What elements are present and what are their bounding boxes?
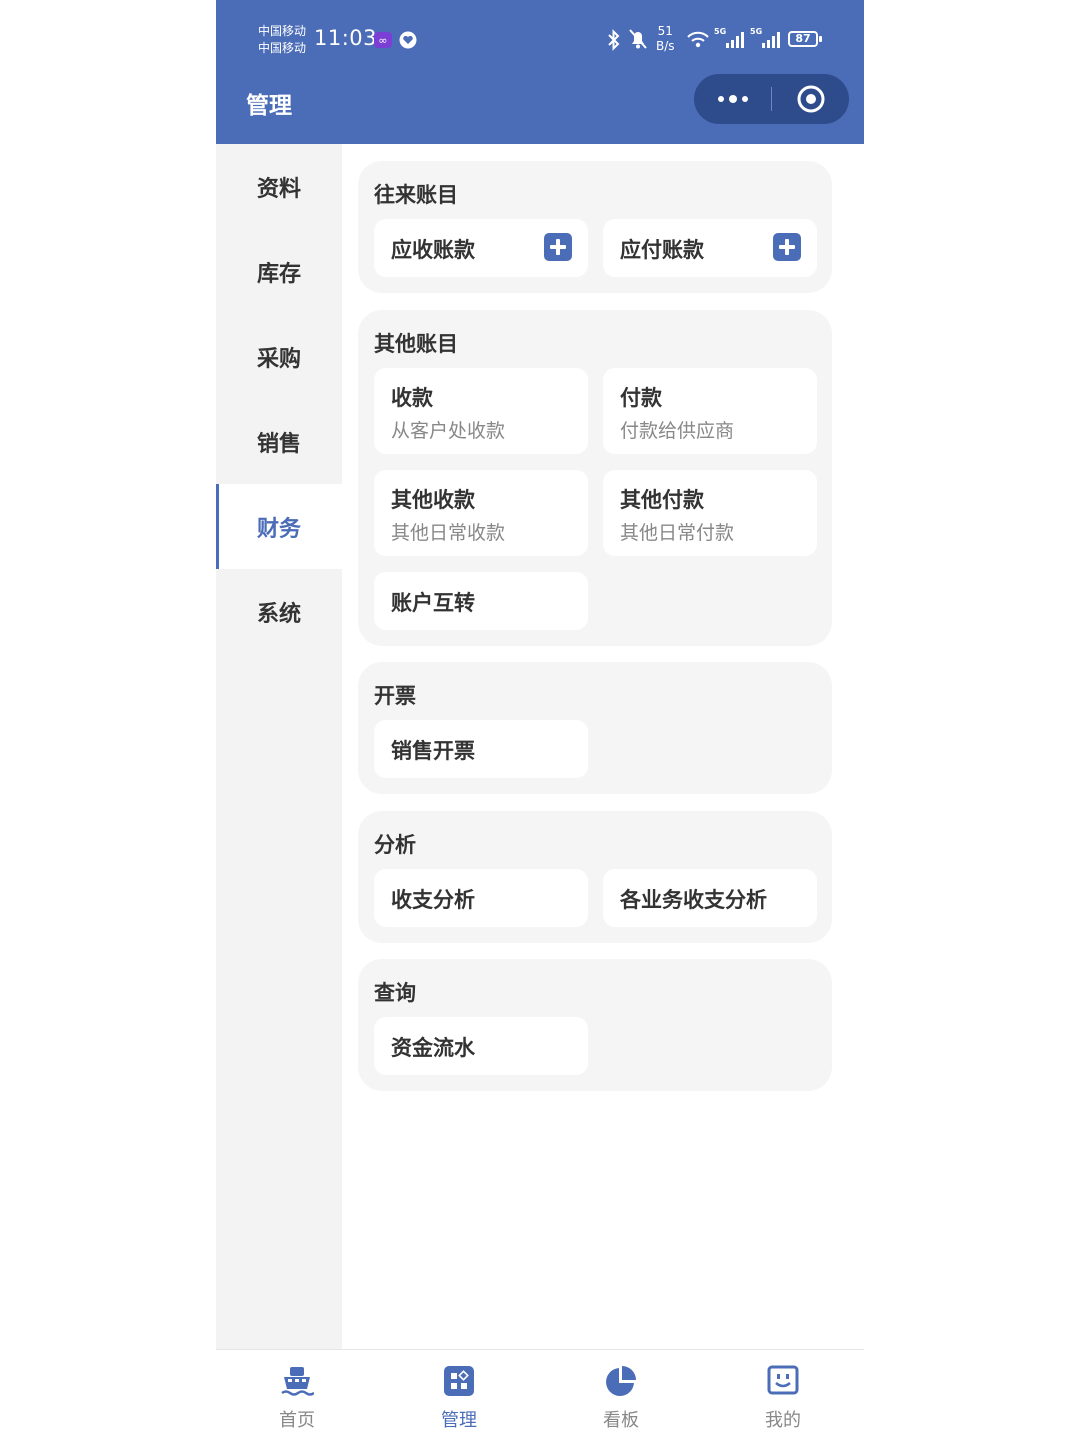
- section-accounts: 往来账目 应收账款 应付账款: [358, 161, 832, 293]
- signal-2-icon: [762, 32, 780, 48]
- card-other-payment[interactable]: 其他付款 其他日常付款: [603, 470, 817, 556]
- tab-label: 首页: [279, 1410, 315, 1431]
- close-miniprogram-button[interactable]: [772, 74, 849, 124]
- main-content: 往来账目 应收账款 应付账款 其他账目 收款 从客户处收款 付款 付款给供应商 …: [342, 144, 864, 1349]
- battery-level: 87: [795, 32, 811, 45]
- card-title: 收款: [391, 386, 433, 410]
- sidebar-item-label: 库存: [256, 261, 301, 287]
- tab-label: 我的: [765, 1410, 801, 1431]
- more-dots-icon: [717, 95, 748, 103]
- card-receivables[interactable]: 应收账款: [374, 219, 588, 277]
- carrier-2: 中国移动: [258, 41, 307, 55]
- wifi-icon: [687, 31, 709, 48]
- card-other-collection[interactable]: 其他收款 其他日常收款: [374, 470, 588, 556]
- section-invoicing: 开票 销售开票: [358, 662, 832, 794]
- sidebar: 资料 库存 采购 销售 财务 系统: [216, 144, 342, 1349]
- profile-icon: [767, 1365, 799, 1395]
- miniprogram-capsule: [694, 74, 849, 124]
- card-title: 账户互转: [391, 591, 475, 615]
- card-title: 应付账款: [620, 238, 704, 262]
- sidebar-item-profile[interactable]: 资料: [216, 144, 342, 229]
- sidebar-item-sales[interactable]: 销售: [216, 399, 342, 484]
- tab-dashboard[interactable]: 看板: [540, 1350, 702, 1439]
- sidebar-item-finance[interactable]: 财务: [216, 484, 342, 569]
- card-subtitle: 付款给供应商: [620, 420, 735, 442]
- tab-label: 看板: [603, 1410, 639, 1431]
- card-title: 销售开票: [391, 739, 475, 763]
- carrier-1: 中国移动: [258, 24, 307, 38]
- section-query: 查询 资金流水: [358, 959, 832, 1091]
- sidebar-item-purchase[interactable]: 采购: [216, 314, 342, 399]
- target-icon: [797, 85, 824, 113]
- more-button[interactable]: [694, 74, 771, 124]
- infinity-icon: ∞: [374, 32, 392, 48]
- section-title: 查询: [374, 981, 416, 1005]
- card-collection[interactable]: 收款 从客户处收款: [374, 368, 588, 454]
- tab-mine[interactable]: 我的: [702, 1350, 864, 1439]
- sidebar-item-label: 销售: [256, 431, 301, 457]
- speed-unit: B/s: [656, 39, 675, 53]
- sidebar-item-label: 资料: [256, 176, 301, 202]
- bluetooth-icon: [608, 29, 620, 51]
- section-title: 往来账目: [374, 183, 458, 207]
- sidebar-item-inventory[interactable]: 库存: [216, 229, 342, 314]
- heart-shield-icon: [399, 31, 417, 49]
- sidebar-item-label: 财务: [256, 516, 301, 542]
- card-title: 其他收款: [391, 488, 475, 512]
- plus-icon[interactable]: [773, 233, 801, 261]
- ship-icon: [281, 1367, 314, 1396]
- tab-label: 管理: [441, 1410, 477, 1431]
- tab-home[interactable]: 首页: [216, 1350, 378, 1439]
- card-account-transfer[interactable]: 账户互转: [374, 572, 588, 630]
- sidebar-item-system[interactable]: 系统: [216, 569, 342, 654]
- card-sales-invoice[interactable]: 销售开票: [374, 720, 588, 778]
- page-title: 管理: [246, 93, 292, 119]
- grid-icon: [444, 1366, 474, 1396]
- card-payables[interactable]: 应付账款: [603, 219, 817, 277]
- plus-icon[interactable]: [544, 233, 572, 261]
- card-title: 付款: [620, 386, 662, 410]
- card-subtitle: 从客户处收款: [391, 420, 506, 442]
- card-title: 资金流水: [391, 1036, 475, 1060]
- card-title: 应收账款: [391, 238, 475, 262]
- battery-icon: 87: [788, 31, 822, 47]
- tab-manage[interactable]: 管理: [378, 1350, 540, 1439]
- sidebar-item-label: 系统: [256, 601, 301, 627]
- section-title: 开票: [374, 684, 416, 708]
- network-speed: 51 B/s: [656, 24, 675, 54]
- section-analysis: 分析 收支分析 各业务收支分析: [358, 811, 832, 943]
- svg-text:∞: ∞: [378, 34, 387, 47]
- speed-value: 51: [657, 24, 673, 38]
- card-title: 收支分析: [391, 888, 475, 912]
- card-title: 其他付款: [620, 488, 704, 512]
- card-subtitle: 其他日常收款: [391, 522, 506, 544]
- card-title: 各业务收支分析: [620, 888, 767, 912]
- sidebar-item-label: 采购: [256, 346, 301, 372]
- section-other-accounts: 其他账目 收款 从客户处收款 付款 付款给供应商 其他收款 其他日常收款 其他付…: [358, 310, 832, 646]
- card-income-expense-analysis[interactable]: 收支分析: [374, 869, 588, 927]
- mute-bell-icon: [629, 29, 647, 49]
- section-title: 其他账目: [374, 332, 458, 356]
- tab-bar: 首页 管理 看板 我的: [216, 1349, 864, 1439]
- card-fund-flow[interactable]: 资金流水: [374, 1017, 588, 1075]
- card-business-analysis[interactable]: 各业务收支分析: [603, 869, 817, 927]
- signal-1-icon: [726, 32, 744, 48]
- card-payment[interactable]: 付款 付款给供应商: [603, 368, 817, 454]
- section-title: 分析: [374, 833, 416, 857]
- card-subtitle: 其他日常付款: [620, 522, 735, 544]
- pie-chart-icon: [606, 1366, 636, 1396]
- clock: 11:03: [314, 26, 378, 50]
- header: 中国移动 中国移动 11:03 ∞ 51 B/s 5G 5G 87 管理: [216, 0, 864, 144]
- phone-screen: 中国移动 中国移动 11:03 ∞ 51 B/s 5G 5G 87 管理 资料 …: [216, 0, 864, 1439]
